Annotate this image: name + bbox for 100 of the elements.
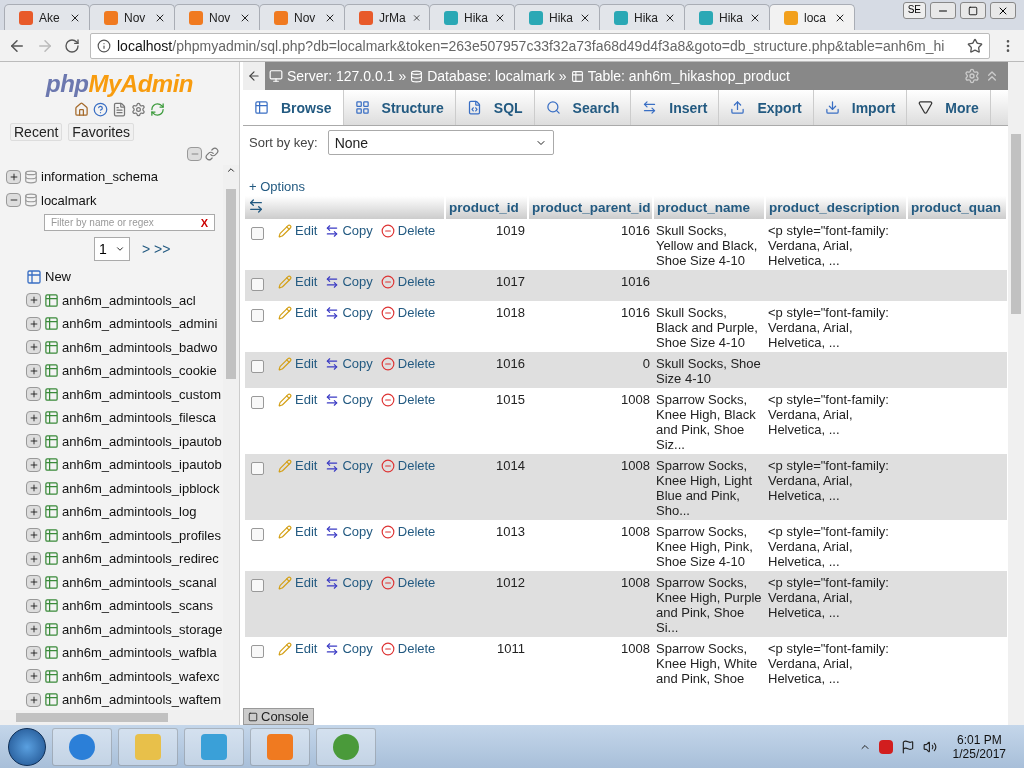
row-checkbox[interactable] bbox=[251, 227, 264, 240]
page-select[interactable]: 1 bbox=[94, 237, 130, 261]
expand-button[interactable] bbox=[26, 387, 41, 402]
expand-button[interactable] bbox=[26, 293, 41, 308]
edit-link[interactable]: Edit bbox=[278, 458, 318, 473]
home-icon[interactable] bbox=[74, 102, 89, 117]
copy-link[interactable]: Copy bbox=[325, 458, 373, 473]
browser-tab[interactable]: JrMa bbox=[344, 4, 430, 30]
expand-button[interactable] bbox=[26, 410, 41, 425]
link-icon[interactable] bbox=[205, 147, 219, 161]
table-name[interactable]: anh6m_admintools_filesca bbox=[62, 410, 216, 426]
browser-tab[interactable]: Nov bbox=[259, 4, 345, 30]
page-nav-link[interactable]: > >> bbox=[142, 241, 171, 257]
column-header[interactable]: product_description bbox=[765, 196, 907, 219]
table-name[interactable]: anh6m_admintools_waftem bbox=[62, 692, 221, 708]
table-name[interactable]: anh6m_admintools_admini bbox=[62, 316, 218, 332]
table-name[interactable]: anh6m_admintools_custom bbox=[62, 386, 221, 402]
table-name[interactable]: anh6m_admintools_acl bbox=[62, 292, 196, 308]
database-name[interactable]: information_schema bbox=[41, 169, 159, 185]
tab[interactable]: SQL bbox=[455, 90, 535, 125]
browser-tab[interactable]: Nov bbox=[174, 4, 260, 30]
column-header[interactable]: product_quan bbox=[907, 196, 1007, 219]
delete-link[interactable]: Delete bbox=[380, 575, 436, 590]
expand-button[interactable] bbox=[26, 481, 41, 496]
collapse-all-button[interactable] bbox=[187, 147, 202, 161]
table-name[interactable]: anh6m_admintools_redirec bbox=[62, 551, 219, 567]
database-name[interactable]: localmark bbox=[41, 192, 97, 208]
row-checkbox[interactable] bbox=[251, 462, 264, 475]
table-name[interactable]: anh6m_admintools_scanal bbox=[62, 574, 217, 590]
filter-field[interactable]: Filter by name or regex X bbox=[44, 214, 215, 231]
copy-link[interactable]: Copy bbox=[325, 305, 373, 320]
collapse-button[interactable] bbox=[6, 193, 21, 208]
sidebar-button[interactable]: Favorites bbox=[68, 123, 134, 141]
expand-button[interactable] bbox=[26, 551, 41, 566]
browser-tab[interactable]: Hika bbox=[429, 4, 515, 30]
sort-select[interactable]: None bbox=[327, 130, 554, 155]
new-table-link[interactable]: New bbox=[45, 269, 71, 285]
settings-icon[interactable] bbox=[964, 68, 980, 84]
breadcrumb-link[interactable]: Table: anh6m_hikashop_product bbox=[587, 68, 790, 84]
taskbar-app[interactable] bbox=[52, 727, 112, 766]
expand-button[interactable] bbox=[26, 316, 41, 331]
expand-button[interactable] bbox=[26, 504, 41, 519]
table-name[interactable]: anh6m_admintools_log bbox=[62, 504, 197, 520]
help-icon[interactable] bbox=[93, 102, 108, 117]
delete-link[interactable]: Delete bbox=[380, 392, 436, 407]
delete-link[interactable]: Delete bbox=[380, 305, 436, 320]
info-icon[interactable] bbox=[97, 38, 111, 53]
row-checkbox[interactable] bbox=[251, 645, 264, 658]
edit-link[interactable]: Edit bbox=[278, 223, 318, 238]
tab[interactable]: Export bbox=[719, 90, 814, 125]
browser-tab[interactable]: Nov bbox=[89, 4, 175, 30]
expand-button[interactable] bbox=[26, 575, 41, 590]
table-name[interactable]: anh6m_admintools_wafexc bbox=[62, 668, 220, 684]
row-checkbox[interactable] bbox=[251, 360, 264, 373]
taskbar-app[interactable] bbox=[184, 727, 244, 766]
expand-button[interactable] bbox=[26, 598, 41, 613]
expand-button[interactable] bbox=[26, 340, 41, 355]
profile-button[interactable]: SE bbox=[902, 2, 926, 19]
delete-link[interactable]: Delete bbox=[380, 356, 436, 371]
edit-link[interactable]: Edit bbox=[278, 356, 318, 371]
back-button[interactable] bbox=[243, 62, 265, 90]
copy-link[interactable]: Copy bbox=[325, 274, 373, 289]
copy-link[interactable]: Copy bbox=[325, 524, 373, 539]
copy-link[interactable]: Copy bbox=[325, 223, 373, 238]
tab[interactable]: Browse bbox=[243, 90, 344, 125]
sidebar-button[interactable]: Recent bbox=[10, 123, 63, 141]
flag-icon[interactable] bbox=[900, 739, 915, 754]
table-name[interactable]: anh6m_admintools_scans bbox=[62, 598, 214, 614]
copy-link[interactable]: Copy bbox=[325, 641, 373, 656]
edit-link[interactable]: Edit bbox=[278, 575, 318, 590]
row-checkbox[interactable] bbox=[251, 278, 264, 291]
expand-button[interactable] bbox=[26, 645, 41, 660]
reload-icon[interactable] bbox=[150, 102, 165, 117]
clock[interactable]: 6:01 PM 1/25/2017 bbox=[942, 732, 1016, 761]
taskbar-app[interactable] bbox=[316, 727, 376, 766]
clear-button[interactable]: X bbox=[200, 216, 208, 229]
breadcrumb-link[interactable]: Database: localmark bbox=[427, 68, 555, 84]
expand-button[interactable] bbox=[26, 363, 41, 378]
browser-tab[interactable]: Ake bbox=[4, 4, 90, 30]
star-icon[interactable] bbox=[967, 37, 983, 54]
delete-link[interactable]: Delete bbox=[380, 458, 436, 473]
options-link[interactable]: + Options bbox=[249, 179, 1008, 194]
column-header[interactable]: product_name bbox=[653, 196, 765, 219]
logo[interactable]: phpMyAdmin bbox=[46, 70, 193, 98]
browser-tab[interactable]: loca bbox=[769, 4, 855, 30]
volume-icon[interactable] bbox=[922, 739, 937, 754]
delete-link[interactable]: Delete bbox=[380, 274, 436, 289]
row-checkbox[interactable] bbox=[251, 528, 264, 541]
tray-app-icon[interactable] bbox=[878, 739, 893, 754]
edit-link[interactable]: Edit bbox=[278, 274, 318, 289]
delete-link[interactable]: Delete bbox=[380, 524, 436, 539]
table-name[interactable]: anh6m_admintools_ipautob bbox=[62, 433, 222, 449]
close-button[interactable] bbox=[990, 2, 1016, 19]
reload-icon[interactable] bbox=[64, 37, 80, 54]
edit-link[interactable]: Edit bbox=[278, 305, 318, 320]
console-button[interactable]: Console bbox=[243, 708, 314, 725]
tab[interactable]: Search bbox=[534, 90, 632, 125]
scrollbar-thumb[interactable] bbox=[16, 713, 168, 722]
tab[interactable]: More bbox=[907, 90, 991, 125]
table-name[interactable]: anh6m_admintools_profiles bbox=[62, 527, 221, 543]
